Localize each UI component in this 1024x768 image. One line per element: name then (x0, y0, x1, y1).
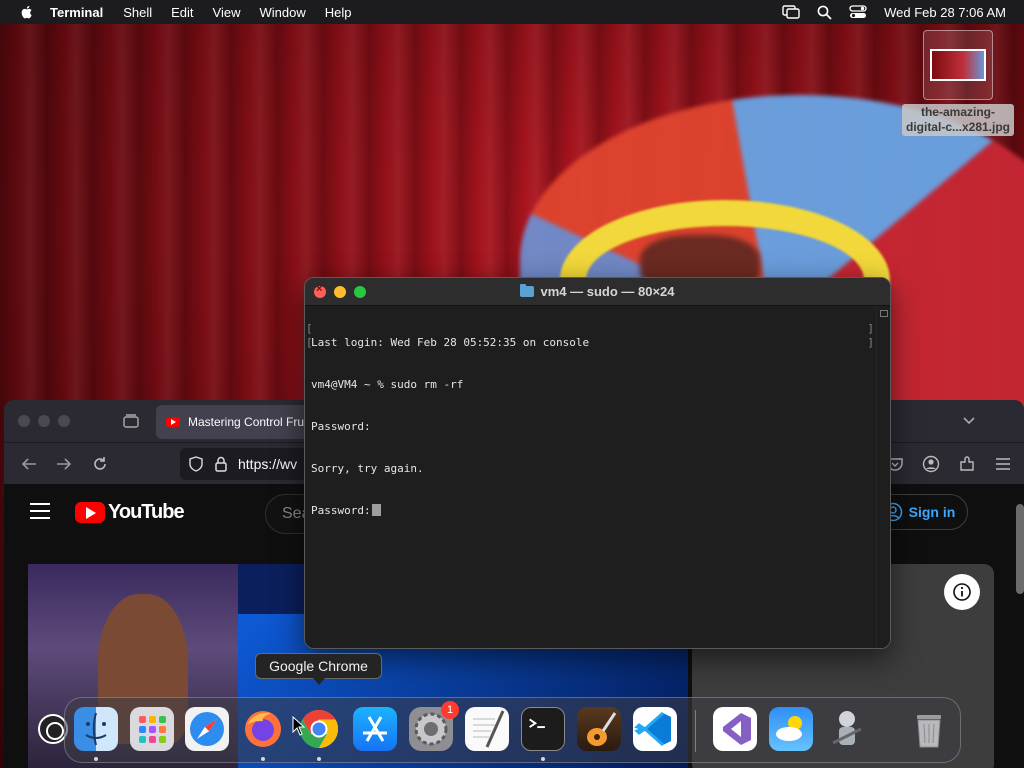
terminal-prompt-line: Password: (311, 504, 589, 518)
menu-view[interactable]: View (213, 5, 241, 20)
menu-help[interactable]: Help (325, 5, 352, 20)
browser-toolbar-right (886, 455, 1012, 473)
youtube-favicon-icon (166, 417, 180, 427)
terminal-scrollbar[interactable] (876, 307, 890, 648)
terminal-line: Password: (311, 504, 371, 517)
youtube-logo-text: YouTube (108, 501, 185, 523)
back-arrow-icon[interactable] (20, 455, 38, 473)
browser-close-button[interactable] (18, 415, 30, 427)
apple-menu-icon[interactable] (18, 3, 36, 21)
garageband-icon[interactable] (577, 707, 621, 751)
menu-shell[interactable]: Shell (123, 5, 152, 20)
running-indicator (94, 757, 98, 761)
control-center-icon[interactable] (849, 5, 867, 19)
menu-edit[interactable]: Edit (171, 5, 193, 20)
hamburger-menu-icon[interactable] (994, 455, 1012, 473)
sign-in-label: Sign in (908, 504, 956, 520)
textedit-icon[interactable] (465, 707, 509, 751)
terminal-line: Sorry, try again. (311, 462, 424, 475)
page-scrollbar[interactable] (1016, 504, 1024, 594)
finder-icon[interactable] (74, 707, 118, 751)
menu-window[interactable]: Window (260, 5, 306, 20)
app-store-icon[interactable] (353, 707, 397, 751)
firefox-icon[interactable] (241, 707, 285, 751)
info-icon (953, 583, 971, 601)
weather-icon[interactable] (769, 707, 813, 751)
browser-minimize-button[interactable] (38, 415, 50, 427)
browser-maximize-button[interactable] (58, 415, 70, 427)
browser-tab-youtube[interactable]: Mastering Control Frui (156, 405, 316, 439)
spotlight-search-icon[interactable] (817, 5, 832, 20)
youtube-play-icon (75, 502, 105, 523)
reload-icon[interactable] (91, 455, 109, 473)
youtube-logo[interactable]: YouTube (75, 501, 185, 524)
browser-window-controls (18, 415, 70, 427)
tab-overview-icon[interactable] (122, 413, 140, 429)
vscode-icon[interactable] (633, 707, 677, 751)
menubar-status-area: Wed Feb 28 7:06 AM (782, 0, 1006, 24)
split-pane-icon[interactable] (880, 310, 888, 317)
terminal-window[interactable]: vm4 — sudo — 80×24 [ [ ] ] Last login: W… (304, 277, 891, 649)
terminal-output: Last login: Wed Feb 28 05:52:35 on conso… (311, 308, 589, 546)
extensions-puzzle-icon[interactable] (958, 455, 976, 473)
browser-tab-title: Mastering Control Frui (188, 415, 307, 429)
file-thumbnail-frame (923, 30, 993, 100)
mark-bracket-right: ] (867, 322, 874, 335)
image-file-thumbnail-icon (930, 49, 986, 81)
notification-badge: 1 (441, 701, 459, 719)
desktop-file-icon[interactable]: the-amazing- digital-c...x281.jpg (898, 30, 1018, 136)
info-button[interactable] (944, 574, 980, 610)
menu-app-name[interactable]: Terminal (50, 5, 103, 20)
account-icon[interactable] (922, 455, 940, 473)
close-button[interactable] (314, 283, 326, 298)
tracking-protection-shield-icon[interactable] (188, 456, 204, 472)
screen-mirroring-icon[interactable] (782, 5, 800, 19)
zoom-button[interactable] (354, 286, 366, 298)
terminal-content[interactable]: [ [ ] ] Last login: Wed Feb 28 05:52:35 … (305, 307, 890, 648)
dock-separator (695, 710, 696, 752)
terminal-line: Password: (311, 420, 371, 433)
lock-icon[interactable] (214, 456, 228, 472)
mark-bracket-right: ] (867, 336, 874, 349)
running-indicator (317, 757, 321, 761)
running-indicator (541, 757, 545, 761)
running-indicator (261, 757, 265, 761)
dock-tooltip: Google Chrome (255, 653, 382, 685)
desktop-file-label: the-amazing- digital-c...x281.jpg (901, 104, 1015, 136)
text-cursor (371, 504, 381, 516)
launchpad-icon[interactable] (130, 707, 174, 751)
menubar-clock[interactable]: Wed Feb 28 7:06 AM (884, 5, 1006, 20)
terminal-window-controls (314, 283, 366, 298)
mouse-pointer-icon (292, 716, 306, 736)
url-text: https://wv (238, 456, 298, 472)
terminal-line: vm4@VM4 ~ % sudo rm -rf (311, 378, 464, 391)
automator-icon[interactable] (825, 707, 869, 751)
terminal-app-icon[interactable] (521, 707, 565, 751)
visual-studio-icon[interactable] (713, 707, 757, 751)
youtube-guide-menu-icon[interactable] (30, 503, 50, 519)
terminal-title-bar[interactable]: vm4 — sudo — 80×24 (305, 278, 890, 306)
terminal-title-group: vm4 — sudo — 80×24 (520, 284, 675, 299)
trash-icon[interactable] (907, 707, 951, 751)
safari-icon[interactable] (185, 707, 229, 751)
terminal-line: Last login: Wed Feb 28 05:52:35 on conso… (311, 336, 590, 349)
folder-icon (520, 284, 535, 297)
file-label-line1: the-amazing- (920, 105, 995, 119)
dock: 1 (64, 697, 961, 763)
forward-arrow-icon[interactable] (55, 455, 73, 473)
chevron-down-icon[interactable] (962, 413, 976, 427)
minimize-button[interactable] (334, 286, 346, 298)
terminal-title: vm4 — sudo — 80×24 (540, 284, 675, 299)
file-label-line2: digital-c...x281.jpg (905, 120, 1011, 134)
system-settings-icon[interactable]: 1 (409, 701, 459, 751)
menu-bar: Terminal Shell Edit View Window Help Wed… (0, 0, 1024, 24)
